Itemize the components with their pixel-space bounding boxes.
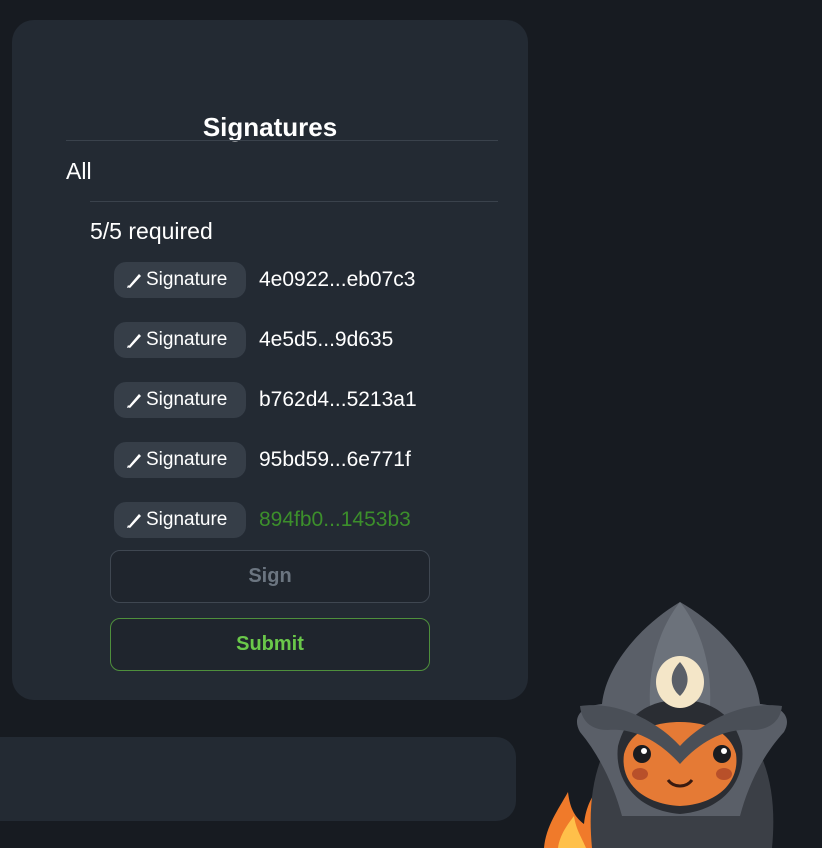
- submit-button[interactable]: Submit: [110, 618, 430, 671]
- signature-chip-label: Signature: [146, 449, 228, 470]
- signature-chip[interactable]: Signature: [114, 442, 246, 478]
- bottom-panel: [0, 737, 516, 821]
- mascot-image: [544, 602, 787, 848]
- signature-chip[interactable]: Signature: [114, 382, 246, 418]
- signer-key: 95bd59...6e771f: [259, 448, 411, 471]
- pen-icon: [127, 454, 141, 468]
- pen-icon: [127, 394, 141, 408]
- signature-chip-label: Signature: [146, 329, 228, 350]
- signature-row: Signature 4e5d5...9d635: [114, 322, 393, 358]
- signer-key: b762d4...5213a1: [259, 388, 417, 411]
- signer-key: 4e0922...eb07c3: [259, 268, 416, 291]
- signature-chip-label: Signature: [146, 509, 228, 530]
- signature-chip[interactable]: Signature: [114, 322, 246, 358]
- signature-chip-label: Signature: [146, 269, 228, 290]
- sign-button[interactable]: Sign: [110, 550, 430, 603]
- group-label: All: [66, 158, 92, 184]
- pen-icon: [127, 334, 141, 348]
- divider: [90, 201, 498, 202]
- signature-row: Signature 4e0922...eb07c3: [114, 262, 415, 298]
- required-count: 5/5 required: [90, 218, 213, 244]
- signature-row: Signature 894fb0...1453b3: [114, 502, 411, 538]
- signer-key: 4e5d5...9d635: [259, 328, 394, 351]
- signature-chip[interactable]: Signature: [114, 262, 246, 298]
- signature-chip[interactable]: Signature: [114, 502, 246, 538]
- signatures-title: Signatures: [202, 112, 338, 142]
- signature-row: Signature b762d4...5213a1: [114, 382, 417, 418]
- signer-key-signed: 894fb0...1453b3: [259, 508, 411, 531]
- pen-icon: [127, 274, 141, 288]
- pen-icon: [127, 514, 141, 528]
- signature-row: Signature 95bd59...6e771f: [114, 442, 411, 478]
- signatures-card: Signatures All 5/5 required Signature 4e…: [12, 20, 528, 700]
- divider: [66, 140, 498, 141]
- signature-chip-label: Signature: [146, 389, 228, 410]
